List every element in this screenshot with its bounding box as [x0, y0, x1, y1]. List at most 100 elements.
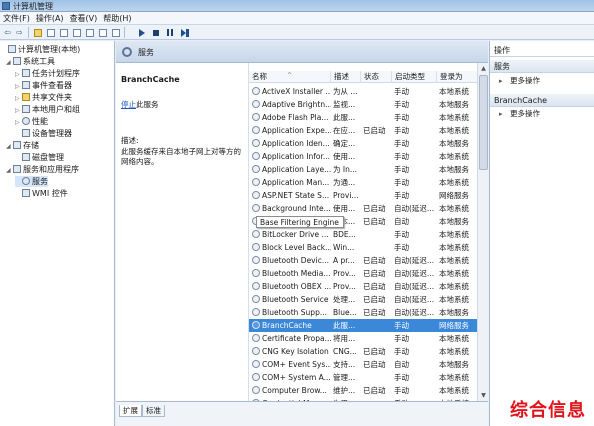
tab-extended[interactable]: 扩展	[119, 405, 142, 417]
service-name-cell: COM+ Event Sys...	[249, 358, 331, 371]
table-row[interactable]: Application Laye... 为 In... 手动 本地服务	[249, 163, 477, 176]
service-startup-cell: 手动	[394, 373, 409, 382]
stop-service-link[interactable]: 停止	[121, 100, 136, 109]
table-row[interactable]: Application Expe... 在应... 已启动 手动 本地系统	[249, 124, 477, 137]
service-gear-icon	[252, 282, 260, 290]
table-row[interactable]: Bluetooth OBEX ... Prov... 已启动 自动(延迟... 本地系统	[249, 280, 477, 293]
service-startup-cell: 自动(延迟...	[394, 256, 435, 265]
sort-up-icon: ^	[287, 72, 293, 79]
table-row[interactable]: COM+ System A... 管理... 手动 本地系统	[249, 371, 477, 384]
column-header-name[interactable]: 名称 ^	[249, 71, 331, 83]
table-row[interactable]: Bluetooth Service 处理... 已启动 自动(延迟... 本地系统	[249, 293, 477, 306]
table-row[interactable]: Adaptive Brightn... 监视... 手动 本地服务	[249, 98, 477, 111]
service-gear-icon	[252, 308, 260, 316]
more-actions-branchcache[interactable]: 更多操作	[490, 108, 594, 120]
console-icon[interactable]	[110, 27, 121, 38]
service-startup-cell: 手动	[394, 191, 409, 200]
table-row[interactable]: ASP.NET State S... Provi... 手动 网络服务	[249, 189, 477, 202]
tree-item-services[interactable]: 服务	[15, 176, 48, 187]
tree-item-services-and-apps[interactable]: ◢ 服务和应用程序	[6, 164, 79, 175]
tree-item-wmi-control[interactable]: WMI 控件	[15, 188, 68, 199]
tree-item-system-tools[interactable]: ◢ 系统工具	[6, 56, 55, 67]
tree-item-device-manager[interactable]: 设备管理器	[15, 128, 72, 139]
service-description-cell: 处理...	[333, 295, 356, 304]
table-row[interactable]: Application Man... 为通... 手动 本地系统	[249, 176, 477, 189]
menu-help[interactable]: 帮助(H)	[100, 12, 134, 25]
service-description-cell: 确定...	[333, 139, 356, 148]
table-row[interactable]: Adobe Flash Pla... 此服... 手动 本地系统	[249, 111, 477, 124]
service-startup-cell: 手动	[394, 113, 409, 122]
service-gear-icon	[252, 386, 260, 394]
refresh-icon[interactable]	[71, 27, 82, 38]
back-arrow-icon[interactable]: ⇦	[2, 27, 13, 38]
tree-item-performance[interactable]: ▷ 性能	[15, 116, 48, 127]
service-status-cell	[361, 371, 392, 384]
service-startup-cell: 手动	[394, 165, 409, 174]
menu-file[interactable]: 文件(F)	[0, 12, 33, 25]
table-row[interactable]: Block Level Back... Win... 手动 本地系统	[249, 241, 477, 254]
table-row[interactable]: Bluetooth Devic... A pr... 已启动 自动(延迟... 本地系统	[249, 254, 477, 267]
tree-item-shared-folders[interactable]: ▷ 共享文件夹	[15, 92, 72, 103]
folder-up-icon[interactable]	[32, 27, 43, 38]
more-actions-services[interactable]: 更多操作	[490, 75, 594, 87]
column-header-logon-as[interactable]: 登录为	[437, 71, 477, 83]
service-status-cell	[361, 176, 392, 189]
service-logon-cell: 本地系统	[439, 152, 469, 161]
table-row[interactable]: Certificate Propa... 将用... 手动 本地系统	[249, 332, 477, 345]
service-description-cell: Win...	[333, 243, 355, 252]
restart-service-icon[interactable]	[178, 27, 189, 38]
table-row[interactable]: Application Iden... 确定... 手动 本地服务	[249, 137, 477, 150]
menu-view[interactable]: 查看(V)	[67, 12, 101, 25]
table-row[interactable]: Bluetooth Supp... Blue... 已启动 自动(延迟... 本地服务	[249, 306, 477, 319]
gear-icon	[122, 47, 132, 57]
event-log-icon	[22, 81, 30, 89]
service-logon-cell: 本地系统	[439, 243, 469, 252]
service-logon-cell: 网络服务	[439, 191, 469, 200]
actions-header: 操作	[490, 44, 594, 57]
actions-section-branchcache[interactable]: BranchCache	[490, 94, 594, 107]
menu-action[interactable]: 操作(A)	[33, 12, 67, 25]
computer-icon	[8, 45, 16, 53]
service-logon-cell: 本地系统	[439, 204, 469, 213]
tree-item-task-scheduler[interactable]: ▷ 任务计划程序	[15, 68, 80, 79]
actions-section-services[interactable]: 服务	[490, 60, 594, 73]
scroll-up-icon[interactable]: ▲	[479, 64, 488, 73]
scroll-down-icon[interactable]: ▼	[479, 391, 488, 400]
service-name-cell: Bluetooth Supp...	[249, 306, 331, 319]
start-service-icon[interactable]	[136, 27, 147, 38]
table-row[interactable]: BitLocker Drive ... BDE... 手动 本地系统	[249, 228, 477, 241]
service-startup-cell: 手动	[394, 139, 409, 148]
tree-item-event-viewer[interactable]: ▷ 事件查看器	[15, 80, 72, 91]
service-startup-cell: 自动(延迟...	[394, 204, 435, 213]
table-row[interactable]: Bluetooth Media... Prov... 已启动 自动(延迟... 本地系统	[249, 267, 477, 280]
tree-item-computer-management[interactable]: 计算机管理(本地)	[1, 44, 80, 55]
table-row[interactable]: Computer Brow... 维护... 已启动 手动 本地系统	[249, 384, 477, 397]
table-row[interactable]: ActiveX Installer ... 为从 ... 手动 本地系统	[249, 85, 477, 98]
tree-item-local-users[interactable]: ▷ 本地用户和组	[15, 104, 80, 115]
scrollbar-thumb[interactable]	[479, 75, 488, 170]
column-header-description[interactable]: 描述	[331, 71, 361, 83]
column-header-status[interactable]: 状态	[361, 71, 392, 83]
service-description-cell: 此服...	[333, 113, 356, 122]
service-gear-icon	[252, 152, 260, 160]
stop-service-icon[interactable]	[150, 27, 161, 38]
show-hide-tree-icon[interactable]	[45, 27, 56, 38]
table-row[interactable]: Application Infor... 使用... 手动 本地系统	[249, 150, 477, 163]
pause-service-icon[interactable]	[164, 27, 175, 38]
help-icon[interactable]	[97, 27, 108, 38]
export-list-icon[interactable]	[84, 27, 95, 38]
forward-arrow-icon[interactable]: ⇨	[14, 27, 25, 38]
tab-standard[interactable]: 标准	[142, 405, 165, 417]
vertical-scrollbar[interactable]: ▲ ▼	[477, 63, 488, 401]
service-startup-cell: 手动	[394, 334, 409, 343]
table-row[interactable]: CNG Key Isolation CNG... 已启动 手动 本地系统	[249, 345, 477, 358]
tree-item-storage[interactable]: ◢ 存储	[6, 140, 39, 151]
column-header-startup-type[interactable]: 启动类型	[392, 71, 437, 83]
table-row[interactable]: COM+ Event Sys... 支持... 已启动 自动 本地服务	[249, 358, 477, 371]
tree-item-disk-management[interactable]: 磁盘管理	[15, 152, 64, 163]
service-description-cell: 为从 ...	[333, 87, 358, 96]
computer-management-icon	[2, 2, 10, 10]
properties-icon[interactable]	[58, 27, 69, 38]
table-row[interactable]: Background Inte... 使用... 已启动 自动(延迟... 本地系统	[249, 202, 477, 215]
table-row[interactable]: BranchCache 此服... 手动 网络服务	[249, 319, 477, 332]
